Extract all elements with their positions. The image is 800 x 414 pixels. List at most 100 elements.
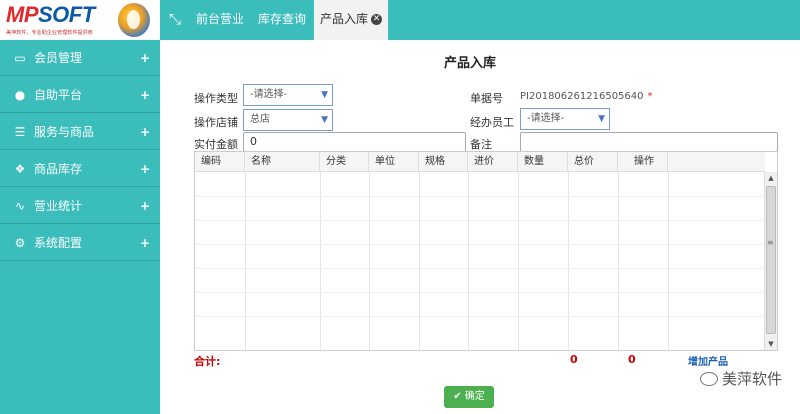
tab-inventory-query[interactable]: 库存查询 xyxy=(252,0,312,40)
confirm-label: 确定 xyxy=(464,391,485,402)
close-icon[interactable]: ✕ xyxy=(371,14,383,25)
column-divider xyxy=(618,172,619,352)
column-header: 分类 xyxy=(320,152,369,172)
paid-amount-label: 实付金额 xyxy=(194,138,238,151)
order-no-label: 单据号 xyxy=(470,92,503,105)
expand-icon[interactable]: + xyxy=(140,40,150,76)
tab-label: 库存查询 xyxy=(258,12,307,26)
user-circle-icon: ● xyxy=(14,88,26,102)
op-type-select[interactable]: -请选择- ▼ xyxy=(243,84,333,106)
column-divider xyxy=(518,172,519,352)
sidebar-item-label: 服务与商品 xyxy=(34,125,95,139)
add-product-link[interactable]: 增加产品 xyxy=(688,353,728,368)
chevron-down-icon: ▼ xyxy=(598,114,605,124)
table-row xyxy=(195,244,765,245)
logo-tagline: 美萍软件，专业助企业管理软件提供商 xyxy=(6,29,93,36)
op-type-label: 操作类型 xyxy=(194,92,238,105)
column-divider xyxy=(668,172,669,352)
top-bar: MPSOFT 美萍软件，专业助企业管理软件提供商 ⤡ 前台营业 库存查询 产品入… xyxy=(0,0,800,40)
watermark-text: 美萍软件 xyxy=(722,370,783,388)
scroll-up-icon[interactable]: ▲ xyxy=(765,172,777,184)
remark-label: 备注 xyxy=(470,138,492,151)
column-divider xyxy=(419,172,420,352)
order-no-value: PI2018062612165056​40 * xyxy=(520,91,653,102)
sidebar-item-members[interactable]: ▭ 会员管理 + xyxy=(0,40,160,76)
order-no-text: PI2018062612165056​40 xyxy=(520,91,644,102)
column-header: 进价 xyxy=(468,152,518,172)
price-total: 0 xyxy=(628,353,636,366)
column-divider xyxy=(369,172,370,352)
expand-icon[interactable]: + xyxy=(140,151,150,187)
required-mark: * xyxy=(647,91,653,102)
tab-label: 前台营业 xyxy=(196,12,245,26)
watermark: 美萍软件 xyxy=(700,368,782,389)
store-label: 操作店铺 xyxy=(194,116,238,129)
sidebar-item-services-goods[interactable]: ☰ 服务与商品 + xyxy=(0,114,160,150)
remark-input[interactable] xyxy=(520,132,778,152)
sidebar-item-label: 商品库存 xyxy=(34,162,83,176)
sidebar: ▭ 会员管理 + ● 自助平台 + ☰ 服务与商品 + ❖ 商品库存 + ∿ 营… xyxy=(0,40,160,414)
tab-product-stock-in[interactable]: 产品入库 ✕ xyxy=(314,0,388,40)
table-row xyxy=(195,220,765,221)
column-header: 规格 xyxy=(419,152,468,172)
store-value: 总店 xyxy=(250,114,270,125)
sidebar-item-self-service[interactable]: ● 自助平台 + xyxy=(0,77,160,113)
check-icon: ✔ xyxy=(453,391,462,402)
tab-front-desk[interactable]: 前台营业 xyxy=(190,0,250,40)
vertical-scrollbar[interactable]: ▲ ≡ ▼ xyxy=(764,172,777,350)
logo: MPSOFT 美萍软件，专业助企业管理软件提供商 xyxy=(0,0,160,40)
chevron-down-icon: ▼ xyxy=(321,90,328,100)
sidebar-item-label: 自助平台 xyxy=(34,88,83,102)
scroll-grip-icon: ≡ xyxy=(767,238,774,247)
table-row xyxy=(195,316,765,317)
sidebar-item-label: 营业统计 xyxy=(34,199,83,213)
column-divider xyxy=(468,172,469,352)
staff-value: -请选择- xyxy=(527,113,565,124)
logo-brand-blue: SOFT xyxy=(38,2,95,27)
column-divider xyxy=(245,172,246,352)
gears-icon: ⚙ xyxy=(14,236,26,250)
sidebar-item-business-stats[interactable]: ∿ 营业统计 + xyxy=(0,188,160,224)
expand-icon[interactable]: + xyxy=(140,225,150,261)
sidebar-item-label: 会员管理 xyxy=(34,51,83,65)
total-label: 合计: xyxy=(194,355,221,368)
sidebar-item-system-config[interactable]: ⚙ 系统配置 + xyxy=(0,225,160,261)
chevron-down-icon: ▼ xyxy=(321,115,328,125)
logo-brand-red: MP xyxy=(6,2,39,27)
column-divider xyxy=(568,172,569,352)
tab-label: 产品入库 xyxy=(320,12,369,26)
staff-label: 经办员工 xyxy=(470,116,514,129)
column-header: 总价 xyxy=(568,152,618,172)
main-content: 产品入库 操作类型 -请选择- ▼ 单据号 PI2018062612165056… xyxy=(160,40,800,414)
boxes-icon: ❖ xyxy=(14,162,26,176)
quantity-total: 0 xyxy=(570,353,578,366)
column-header: 单位 xyxy=(369,152,419,172)
logo-globe-icon xyxy=(118,3,150,37)
list-icon: ☰ xyxy=(14,125,26,139)
scroll-thumb[interactable] xyxy=(766,186,776,334)
column-header: 名称 xyxy=(245,152,320,172)
store-select[interactable]: 总店 ▼ xyxy=(243,109,333,131)
product-table: 编码 名称 分类 单位 规格 进价 数量 总价 操作 ▲ ≡ ▼ xyxy=(194,151,778,352)
op-type-value: -请选择- xyxy=(250,89,288,100)
column-header: 操作 xyxy=(618,152,668,172)
column-header: 数量 xyxy=(518,152,568,172)
collapse-arrows-icon[interactable]: ⤡ xyxy=(166,10,184,28)
staff-select[interactable]: -请选择- ▼ xyxy=(520,108,610,130)
expand-icon[interactable]: + xyxy=(140,188,150,224)
scroll-down-icon[interactable]: ▼ xyxy=(765,338,777,350)
line-chart-icon: ∿ xyxy=(14,199,26,213)
column-header: 编码 xyxy=(195,152,245,172)
sidebar-item-label: 系统配置 xyxy=(34,236,83,250)
table-row xyxy=(195,196,765,197)
expand-icon[interactable]: + xyxy=(140,114,150,150)
table-row xyxy=(195,292,765,293)
wechat-icon xyxy=(700,372,718,386)
sidebar-item-stock[interactable]: ❖ 商品库存 + xyxy=(0,151,160,187)
paid-amount-input[interactable]: 0 xyxy=(243,132,466,152)
expand-icon[interactable]: + xyxy=(140,77,150,113)
logo-text: MPSOFT xyxy=(6,2,95,28)
confirm-button[interactable]: ✔ 确定 xyxy=(444,386,494,408)
page-title: 产品入库 xyxy=(443,56,496,71)
card-icon: ▭ xyxy=(14,51,26,65)
